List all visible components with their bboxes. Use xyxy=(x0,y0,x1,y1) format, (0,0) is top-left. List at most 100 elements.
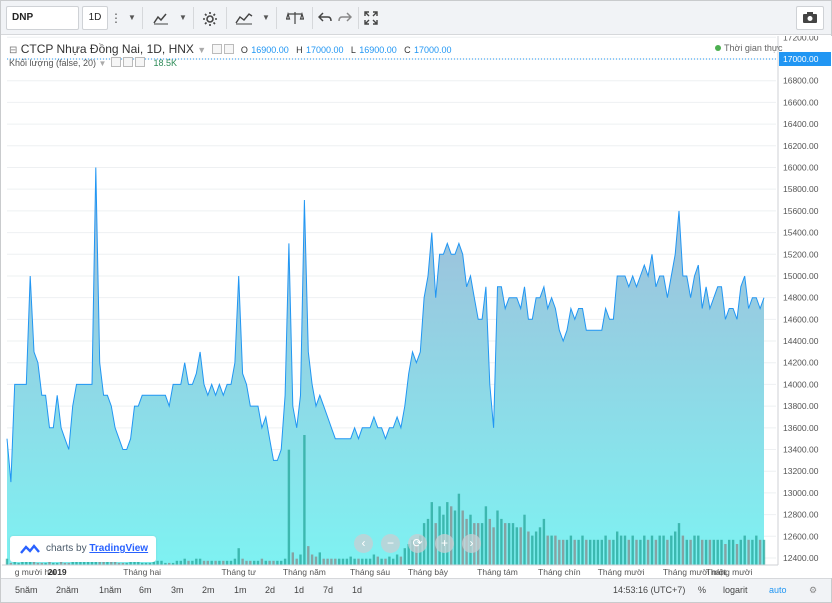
price-tick-label: 14600.00 xyxy=(783,314,819,324)
chevron-down-icon[interactable]: ▼ xyxy=(197,45,206,55)
collapse-icon[interactable]: ⊟ xyxy=(9,45,17,56)
volume-bar xyxy=(677,523,681,565)
chart-area[interactable]: 12400.00 12600.00 12800.00 13000.00 13200.00… xyxy=(2,36,832,578)
branding-name[interactable]: TradingView xyxy=(89,543,148,554)
price-chart[interactable]: 12400.00 12600.00 12800.00 13000.00 13200.00… xyxy=(2,36,832,578)
last-price-label: 17000.00 xyxy=(783,54,819,64)
percent-toggle[interactable]: % xyxy=(698,585,706,595)
reset-icon[interactable]: ⟳ xyxy=(408,534,427,553)
price-tick-label: 14800.00 xyxy=(783,293,819,303)
range-button[interactable]: 3m xyxy=(171,585,184,595)
range-button[interactable]: 7d xyxy=(323,585,333,595)
divider xyxy=(193,7,194,29)
price-tick-label: 14000.00 xyxy=(783,379,819,389)
range-button[interactable]: 2năm xyxy=(56,585,79,595)
volume-bar xyxy=(384,558,387,565)
settings-button[interactable] xyxy=(197,6,223,30)
volume-legend: Khối lượng (false, 20) ▼ 18.5K xyxy=(9,57,177,68)
chart-style-button[interactable] xyxy=(147,6,175,30)
interval-button[interactable]: 1D xyxy=(82,6,108,30)
range-button[interactable]: 1m xyxy=(234,585,247,595)
volume-bar xyxy=(175,560,179,565)
open-label: O xyxy=(240,45,248,55)
settings-icon[interactable]: ⚙ xyxy=(809,585,817,596)
volume-bar xyxy=(314,556,318,565)
compare-symbol-button[interactable] xyxy=(281,6,309,30)
volume-bar xyxy=(762,539,766,565)
range-button[interactable]: 6m xyxy=(139,585,152,595)
series-legend: ⊟ CTCP Nhựa Đồng Nai, 1D, HNX ▼ O 16900.… xyxy=(9,42,452,56)
log-toggle[interactable]: logarit xyxy=(723,585,748,595)
fullscreen-button[interactable] xyxy=(360,6,382,30)
auto-scale-toggle[interactable]: auto xyxy=(769,585,787,595)
volume-bar xyxy=(500,518,503,565)
screenshot-button[interactable] xyxy=(796,6,824,30)
volume-bar xyxy=(233,558,237,565)
volume-bar xyxy=(353,558,356,565)
divider xyxy=(142,7,143,29)
undo-button[interactable] xyxy=(315,6,335,30)
indicators-dropdown-icon[interactable]: ▼ xyxy=(259,6,273,30)
time-axis[interactable]: g mười hai2019 Tháng hai Tháng tư Tháng năm… xyxy=(2,564,832,578)
tradingview-branding[interactable]: charts by TradingView xyxy=(10,536,156,562)
redo-icon xyxy=(338,12,352,22)
volume-bar xyxy=(202,560,206,565)
volume-bar xyxy=(276,560,279,565)
interval-dropdown-icon[interactable]: ▼ xyxy=(125,6,139,30)
volume-bar xyxy=(399,556,403,565)
zoom-in-icon[interactable]: + xyxy=(435,534,454,553)
price-axis[interactable]: 12400.00 12600.00 12800.00 13000.00 13200.00… xyxy=(777,36,832,565)
volume-bar xyxy=(345,558,349,565)
settings-icon[interactable] xyxy=(122,57,133,67)
volume-bar xyxy=(735,544,739,565)
volume-bar xyxy=(365,558,368,565)
volume-bar xyxy=(627,539,630,565)
scroll-right-icon[interactable]: › xyxy=(462,534,481,553)
volume-bar xyxy=(218,560,221,565)
volume-bar xyxy=(650,535,654,565)
range-button[interactable]: 1d xyxy=(352,585,362,595)
range-button[interactable]: 1năm xyxy=(99,585,122,595)
volume-bar xyxy=(654,539,658,565)
navigation-controls: ‹ − ⟳ + › xyxy=(354,534,482,554)
more-icon[interactable]: ⋮ xyxy=(109,6,123,30)
price-area xyxy=(7,167,764,565)
visibility-icon[interactable] xyxy=(211,44,222,54)
volume-bar xyxy=(256,560,260,565)
volume-bar xyxy=(507,523,511,565)
volume-bar xyxy=(751,539,754,565)
range-button[interactable]: 2d xyxy=(265,585,275,595)
time-tick-label: Tháng mười xyxy=(706,567,753,577)
close-icon[interactable] xyxy=(134,57,145,67)
price-tick-label: 16000.00 xyxy=(783,162,819,172)
range-button[interactable]: 1d xyxy=(294,585,304,595)
close-label: C xyxy=(404,45,411,55)
price-tick-label: 16400.00 xyxy=(783,119,819,129)
indicators-button[interactable] xyxy=(230,6,258,30)
realtime-status: Thời gian thực xyxy=(715,43,782,53)
volume-bar xyxy=(195,558,198,565)
range-button[interactable]: 2m xyxy=(202,585,215,595)
volume-bar xyxy=(214,560,217,565)
volume-bar xyxy=(550,535,553,565)
zoom-out-icon[interactable]: − xyxy=(381,534,400,553)
redo-button[interactable] xyxy=(335,6,355,30)
high-value: 17000.00 xyxy=(305,45,344,55)
visibility-icon[interactable] xyxy=(110,57,121,67)
volume-bar xyxy=(307,546,310,565)
range-button[interactable]: 5năm xyxy=(15,585,38,595)
chart-style-dropdown-icon[interactable]: ▼ xyxy=(176,6,190,30)
scroll-left-icon[interactable]: ‹ xyxy=(354,534,373,553)
volume-bar xyxy=(639,539,642,565)
settings-icon[interactable] xyxy=(223,44,234,54)
volume-bar xyxy=(596,539,600,565)
timezone[interactable]: (UTC+7) xyxy=(651,585,686,595)
volume-bar xyxy=(631,535,634,565)
volume-bar xyxy=(395,554,399,565)
price-tick-label: 13000.00 xyxy=(783,488,819,498)
chevron-down-icon[interactable]: ▼ xyxy=(98,59,106,68)
volume-bar xyxy=(484,506,488,565)
volume-bar xyxy=(380,558,383,565)
symbol-search-input[interactable]: DNP xyxy=(6,6,79,30)
indicators-icon xyxy=(235,13,253,25)
